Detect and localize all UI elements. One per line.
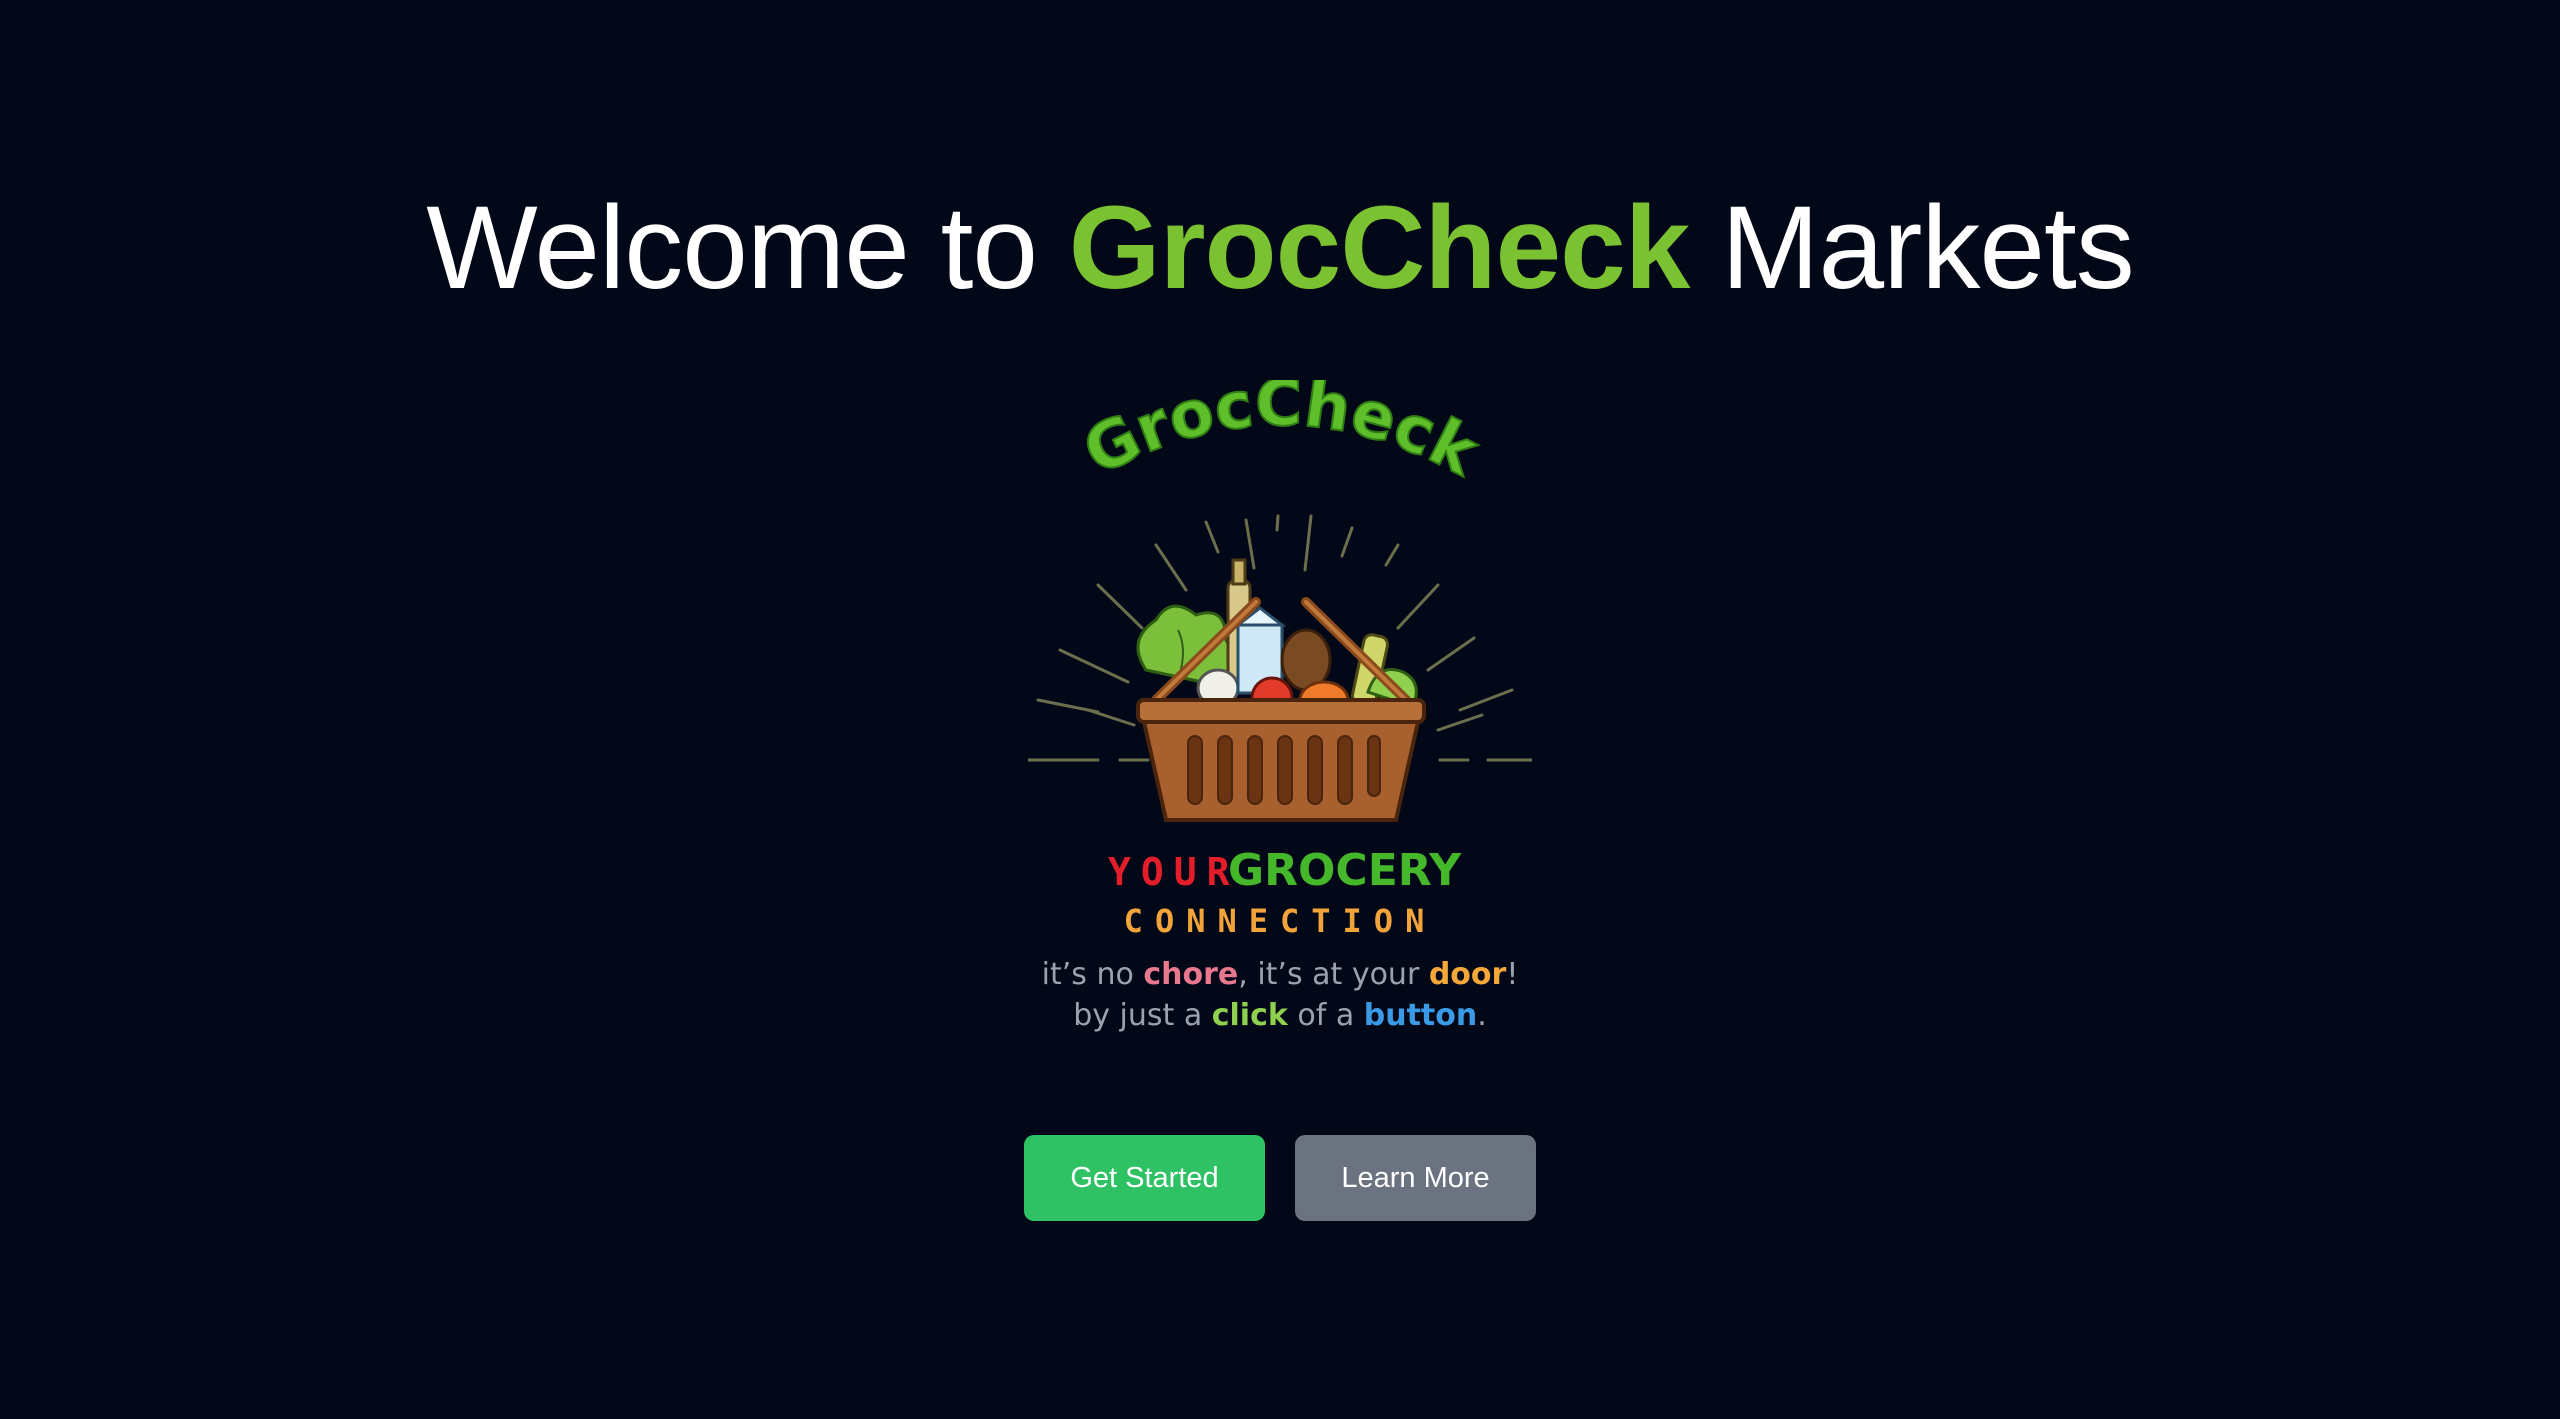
logo-grocery: GROCERY bbox=[1228, 845, 1462, 896]
logo-connection: CONNECTION bbox=[1124, 902, 1437, 940]
logo-wordmark: GrocCheck bbox=[1073, 380, 1491, 491]
page-title: Welcome to GrocCheck Markets bbox=[0, 178, 2560, 318]
title-suffix: Markets bbox=[1689, 182, 2135, 314]
tagline-line-2: by just a click of a button. bbox=[1073, 998, 1487, 1033]
groccheck-logo: GrocCheck YOUR GROCERY CONNECTION it’s n… bbox=[1028, 380, 1532, 1040]
title-brand: GrocCheck bbox=[1068, 182, 1691, 314]
landing-page: Welcome to GrocCheck Markets GrocCheck Y… bbox=[0, 0, 2560, 1419]
logo-your: YOUR bbox=[1108, 850, 1240, 894]
get-started-button[interactable]: Get Started bbox=[1024, 1135, 1265, 1221]
tagline-line-1: it’s no chore, it’s at your door! bbox=[1041, 957, 1519, 992]
hero-actions: Get Started Learn More bbox=[1024, 1135, 1536, 1221]
logo-illustration: GrocCheck YOUR GROCERY CONNECTION bbox=[1028, 380, 1532, 940]
title-prefix: Welcome to bbox=[426, 182, 1069, 314]
produce-icon bbox=[1136, 558, 1418, 720]
learn-more-button[interactable]: Learn More bbox=[1295, 1135, 1536, 1221]
